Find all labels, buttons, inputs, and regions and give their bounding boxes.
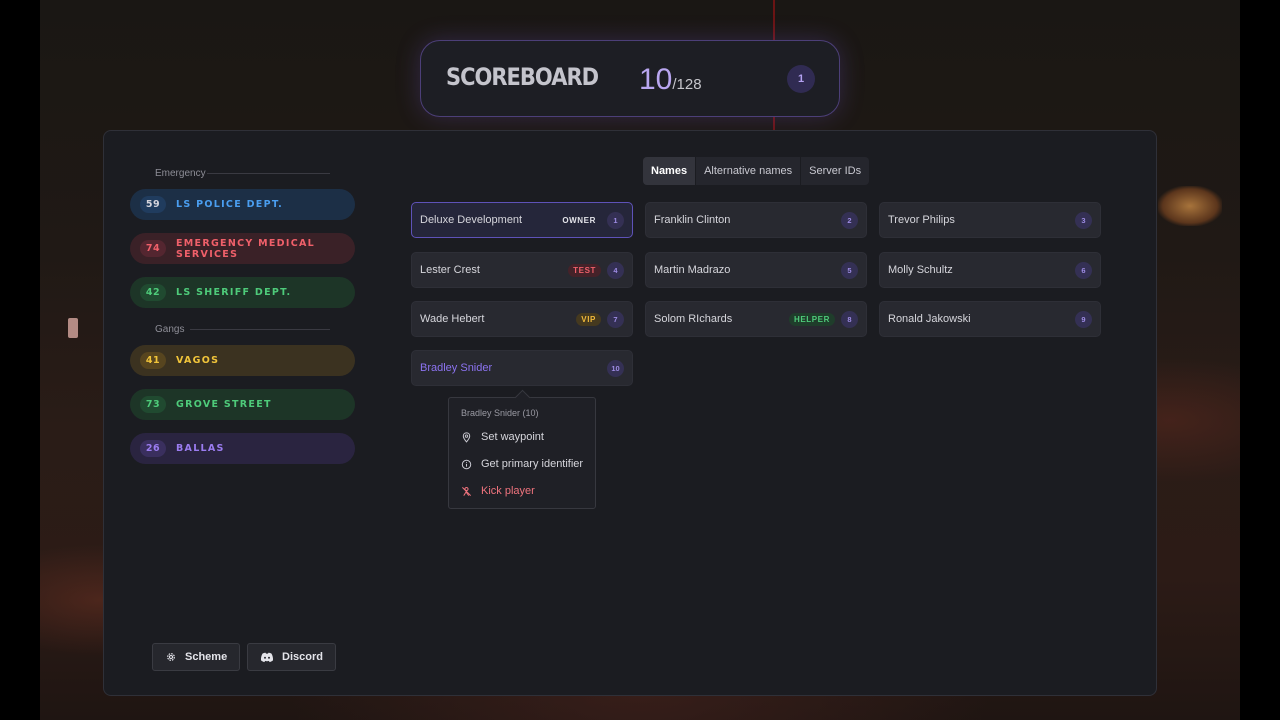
player-card[interactable]: Solom RIchards HELPER 8 bbox=[645, 301, 867, 337]
scheme-button-label: Scheme bbox=[185, 651, 228, 663]
player-card[interactable]: Lester Crest TEST 4 bbox=[411, 252, 633, 288]
player-name: Ronald Jakowski bbox=[888, 313, 971, 325]
player-id: 5 bbox=[841, 261, 858, 279]
job-vagos[interactable]: 41 VAGOS bbox=[130, 345, 355, 376]
job-count: 74 bbox=[140, 240, 166, 257]
player-id: 2 bbox=[841, 211, 858, 229]
map-pin-icon bbox=[462, 431, 471, 443]
tab-alternative-names[interactable]: Alternative names bbox=[696, 157, 802, 185]
job-count: 73 bbox=[140, 396, 166, 413]
job-sheriff[interactable]: 42 LS SHERIFF DEPT. bbox=[130, 277, 355, 308]
kick-icon bbox=[462, 486, 471, 496]
role-badge: VIP bbox=[576, 312, 601, 326]
job-name: GROVE STREET bbox=[176, 399, 272, 410]
player-name: Franklin Clinton bbox=[654, 214, 731, 226]
player-id: 8 bbox=[841, 310, 858, 328]
job-count: 41 bbox=[140, 352, 166, 369]
player-card[interactable]: Franklin Clinton 2 bbox=[645, 202, 867, 238]
scoreboard-header: SCOREBOARD 10/128 1 bbox=[420, 40, 840, 117]
role-badge: OWNER bbox=[562, 215, 596, 225]
discord-button[interactable]: Discord bbox=[247, 643, 336, 671]
menu-item-label: Set waypoint bbox=[481, 431, 544, 443]
current-player-count: 10 bbox=[639, 63, 673, 96]
job-ems[interactable]: 74 EMERGENCY MEDICAL SERVICES bbox=[130, 233, 355, 264]
player-name: Deluxe Development bbox=[420, 214, 523, 226]
player-name: Solom RIchards bbox=[654, 313, 733, 325]
gangs-section-label: Gangs bbox=[155, 324, 185, 335]
menu-item-label: Kick player bbox=[481, 485, 535, 497]
emergency-section-label: Emergency bbox=[155, 168, 206, 179]
job-ballas[interactable]: 26 BALLAS bbox=[130, 433, 355, 464]
player-name: Lester Crest bbox=[420, 264, 480, 276]
gangs-divider bbox=[190, 329, 330, 330]
player-name: Martin Madrazo bbox=[654, 264, 731, 276]
job-police[interactable]: 59 LS POLICE DEPT. bbox=[130, 189, 355, 220]
role-badge: TEST bbox=[568, 263, 601, 277]
emergency-divider bbox=[207, 173, 330, 174]
player-name: Wade Hebert bbox=[420, 313, 485, 325]
context-menu-arrow bbox=[514, 389, 531, 406]
player-card[interactable]: Wade Hebert VIP 7 bbox=[411, 301, 633, 337]
player-card[interactable]: Martin Madrazo 5 bbox=[645, 252, 867, 288]
player-id: 7 bbox=[607, 310, 624, 328]
job-count: 59 bbox=[140, 196, 166, 213]
discord-button-label: Discord bbox=[282, 651, 323, 663]
player-name: Bradley Snider bbox=[420, 362, 493, 374]
player-id: 10 bbox=[607, 359, 624, 377]
context-menu-title: Bradley Snider (10) bbox=[461, 408, 539, 418]
menu-item-set-waypoint[interactable]: Set waypoint bbox=[461, 431, 544, 443]
job-grove-street[interactable]: 73 GROVE STREET bbox=[130, 389, 355, 420]
role-badge: HELPER bbox=[788, 312, 835, 326]
job-name: VAGOS bbox=[176, 355, 220, 366]
tab-server-ids[interactable]: Server IDs bbox=[801, 157, 869, 185]
menu-item-kick-player[interactable]: Kick player bbox=[461, 485, 535, 497]
scheme-button[interactable]: Scheme bbox=[152, 643, 241, 671]
name-mode-tabs: Names Alternative names Server IDs bbox=[643, 157, 870, 185]
player-name: Molly Schultz bbox=[888, 264, 953, 276]
job-name: BALLAS bbox=[176, 443, 225, 454]
scoreboard-title: SCOREBOARD bbox=[446, 63, 599, 91]
max-player-count: /128 bbox=[672, 76, 702, 93]
player-id: 1 bbox=[607, 211, 624, 229]
player-card[interactable]: Trevor Philips 3 bbox=[879, 202, 1101, 238]
player-card-selected[interactable]: Bradley Snider 10 bbox=[411, 350, 633, 386]
player-card[interactable]: Deluxe Development OWNER 1 bbox=[411, 202, 633, 238]
discord-icon bbox=[260, 652, 274, 662]
player-name: Trevor Philips bbox=[888, 214, 955, 226]
player-count: 10/128 bbox=[639, 63, 702, 97]
player-id: 4 bbox=[607, 261, 624, 279]
player-card[interactable]: Molly Schultz 6 bbox=[879, 252, 1101, 288]
background-billboard bbox=[1158, 186, 1222, 226]
menu-item-label: Get primary identifier bbox=[481, 458, 584, 470]
menu-item-get-identifier[interactable]: Get primary identifier bbox=[461, 458, 583, 470]
job-count: 42 bbox=[140, 284, 166, 301]
job-name: LS POLICE DEPT. bbox=[176, 199, 284, 210]
background-light bbox=[68, 318, 78, 338]
header-badge: 1 bbox=[787, 65, 815, 93]
gear-icon bbox=[167, 653, 175, 661]
player-id: 9 bbox=[1075, 310, 1092, 328]
job-name: LS SHERIFF DEPT. bbox=[176, 287, 292, 298]
job-count: 26 bbox=[140, 440, 166, 457]
job-name: EMERGENCY MEDICAL SERVICES bbox=[176, 237, 315, 260]
player-id: 6 bbox=[1075, 261, 1092, 279]
player-id: 3 bbox=[1075, 211, 1092, 229]
info-icon bbox=[461, 459, 472, 469]
player-context-menu: Bradley Snider (10) Set waypoint Get pri… bbox=[448, 389, 596, 509]
tab-names[interactable]: Names bbox=[643, 157, 697, 185]
scoreboard-panel: Emergency 59 LS POLICE DEPT. 74 EMERGENC… bbox=[103, 130, 1157, 696]
player-card[interactable]: Ronald Jakowski 9 bbox=[879, 301, 1101, 337]
